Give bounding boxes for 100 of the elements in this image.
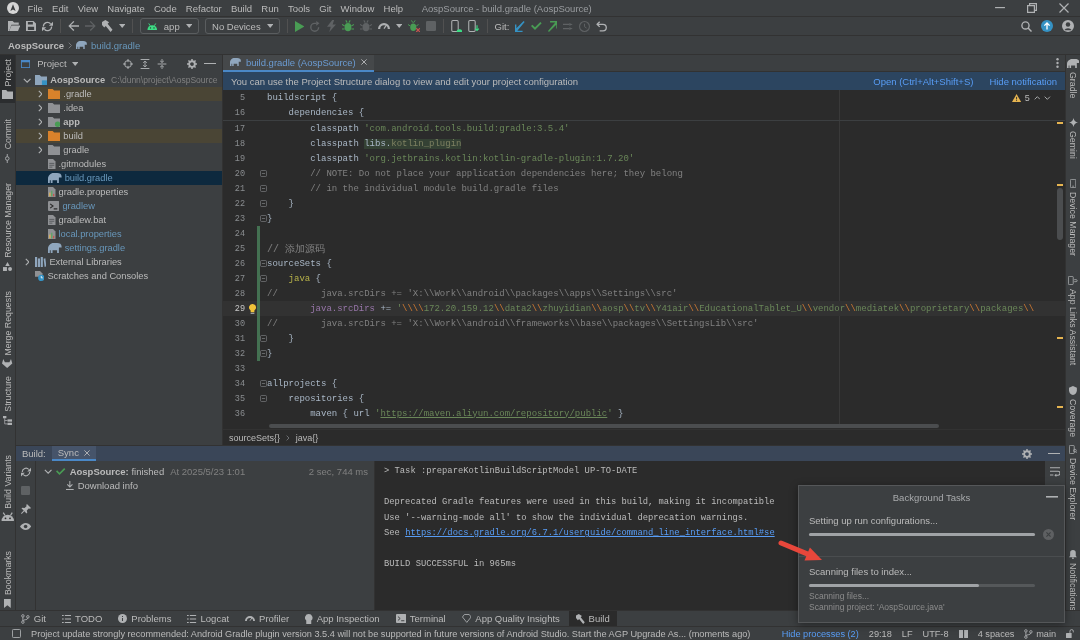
tool-window-tab[interactable]: Profiler [238, 611, 297, 626]
chevron-down-icon[interactable] [22, 77, 32, 83]
tree-item[interactable]: build.gradle [16, 171, 222, 185]
minimize-icon[interactable] [995, 7, 1005, 9]
minimize-icon[interactable] [204, 62, 216, 65]
menu-item[interactable]: Run [256, 2, 284, 14]
fold-icon[interactable] [260, 350, 267, 357]
status-message[interactable]: Project update strongly recommended: Android Gradle plugin version 3.5.4 will not be supported in future versions of Android Studio. Start the AGP Upgrade As... (moments ago) [31, 628, 751, 639]
logo-icon[interactable] [7, 2, 19, 14]
tool-window-button[interactable]: App Links Assistant [1066, 272, 1080, 370]
close-icon[interactable] [1059, 3, 1069, 13]
tool-window-tab[interactable]: App Quality Insights [454, 611, 567, 626]
settings-icon[interactable] [187, 58, 197, 69]
menu-item[interactable]: Code [149, 2, 182, 14]
tool-window-tab[interactable]: Logcat [180, 611, 237, 626]
notification-link[interactable]: Hide notification [989, 75, 1057, 87]
tool-window-button[interactable]: Gemini [1066, 114, 1080, 164]
chevron-right-icon[interactable] [37, 118, 43, 126]
tool-window-tab[interactable]: Git [14, 611, 53, 626]
tool-window-button[interactable]: Resource Manager [0, 178, 15, 275]
fold-icon[interactable] [260, 260, 267, 267]
tool-window-button[interactable]: Device Manager [1066, 175, 1080, 261]
view-dropdown[interactable]: Project [37, 58, 79, 69]
fold-icon[interactable] [260, 215, 267, 222]
tree-item[interactable]: settings.gradle [16, 241, 222, 255]
panel-tab[interactable]: Sync [51, 446, 96, 461]
arrow-down-left-icon[interactable] [515, 20, 525, 32]
device-dropdown[interactable]: No Devices [205, 18, 281, 34]
close-icon[interactable] [83, 449, 90, 456]
tool-window-button[interactable]: Gradle [1066, 55, 1080, 103]
tree-item[interactable]: gradlew.bat [16, 213, 222, 227]
caret-icon[interactable] [395, 24, 403, 28]
menu-item[interactable]: Help [379, 2, 408, 14]
fold-icon[interactable] [260, 275, 267, 282]
notification-link[interactable]: Open (Ctrl+Alt+Shift+S) [873, 75, 974, 87]
warning-count[interactable]: 5 [1024, 93, 1030, 103]
square-icon[interactable] [12, 629, 21, 638]
tool-window-button[interactable]: Device Explorer [1066, 440, 1080, 524]
console-link[interactable]: https://docs.gradle.org/6.7.1/userguide/command_line_interface.html#se [405, 528, 775, 538]
menu-item[interactable]: Refactor [181, 2, 227, 14]
breadcrumb-item[interactable]: build.gradle [76, 39, 141, 51]
unlock-icon[interactable] [1066, 629, 1074, 638]
tool-window-tab[interactable]: App Inspection [298, 611, 387, 626]
menu-item[interactable]: Build [226, 2, 257, 14]
run-configuration-dropdown[interactable]: app [140, 18, 200, 34]
book-icon[interactable] [958, 629, 968, 638]
hide-processes-link[interactable]: Hide processes (2) [781, 628, 859, 639]
breadcrumb-item[interactable]: sourceSets{} [229, 432, 281, 443]
collapse-all-icon[interactable] [157, 58, 167, 69]
soft-wrap-icon[interactable] [1049, 467, 1061, 477]
close-icon[interactable] [360, 59, 367, 65]
expand-all-icon[interactable] [140, 58, 150, 69]
restore-icon[interactable] [1027, 3, 1037, 13]
file-encoding[interactable]: UTF-8 [922, 628, 949, 639]
tool-window-button[interactable]: Coverage [1066, 381, 1080, 441]
tool-window-tab[interactable]: Terminal [388, 611, 453, 626]
menu-item[interactable]: Edit [47, 2, 74, 14]
more-icon[interactable] [1056, 58, 1059, 68]
breadcrumb-item[interactable]: java{} [295, 432, 319, 443]
tree-item[interactable]: .idea [16, 101, 222, 115]
tree-item[interactable]: AospSource C:\dunn\project\AospSource [16, 73, 222, 87]
arrow-up-right-icon[interactable] [547, 20, 558, 32]
sync-icon[interactable] [42, 20, 54, 32]
tool-window-button[interactable]: Merge Requests [0, 286, 15, 373]
tool-window-tab[interactable]: Build [568, 611, 617, 626]
fold-icon[interactable] [260, 170, 267, 177]
run-icon[interactable] [295, 20, 305, 32]
open-folder-icon[interactable] [8, 21, 21, 31]
fold-icon[interactable] [260, 335, 267, 342]
tree-item[interactable]: local.properties [16, 227, 222, 241]
fold-icon[interactable] [260, 380, 267, 387]
fold-icon[interactable] [260, 185, 267, 192]
scrollbar-thumb[interactable] [1057, 188, 1063, 240]
tool-window-button[interactable]: Notifications [1066, 545, 1080, 615]
tool-window-tab[interactable]: TODO [54, 611, 110, 626]
chevron-right-icon[interactable] [37, 104, 43, 112]
save-icon[interactable] [26, 21, 37, 31]
phone-robot-icon[interactable] [451, 20, 463, 32]
tree-item[interactable]: gradle.properties [16, 185, 222, 199]
minimize-icon[interactable] [1048, 452, 1060, 455]
tree-item[interactable]: app [16, 115, 222, 129]
tree-item[interactable]: .gradle [16, 87, 222, 101]
lightbulb-icon[interactable] [248, 303, 256, 314]
tool-window-button[interactable]: Bookmarks [0, 547, 15, 613]
chevron-right-icon[interactable] [24, 258, 30, 266]
menu-item[interactable]: File [23, 2, 48, 14]
user-icon[interactable] [1062, 20, 1074, 32]
back-arrow-icon[interactable] [68, 21, 80, 31]
chevron-right-icon[interactable] [37, 146, 43, 154]
menu-item[interactable]: Tools [283, 2, 315, 14]
check-icon[interactable] [530, 22, 542, 30]
tree-item[interactable]: External Libraries [16, 255, 222, 269]
tree-item[interactable]: gradlew [16, 199, 222, 213]
menu-item[interactable]: Git [314, 2, 336, 14]
breadcrumb-item[interactable]: AospSource [8, 39, 64, 51]
fold-icon[interactable] [260, 395, 267, 402]
tool-window-button[interactable]: Commit [0, 115, 15, 167]
pin-icon[interactable] [20, 504, 31, 514]
crosshair-icon[interactable] [123, 58, 133, 69]
undo-icon[interactable] [596, 20, 608, 32]
